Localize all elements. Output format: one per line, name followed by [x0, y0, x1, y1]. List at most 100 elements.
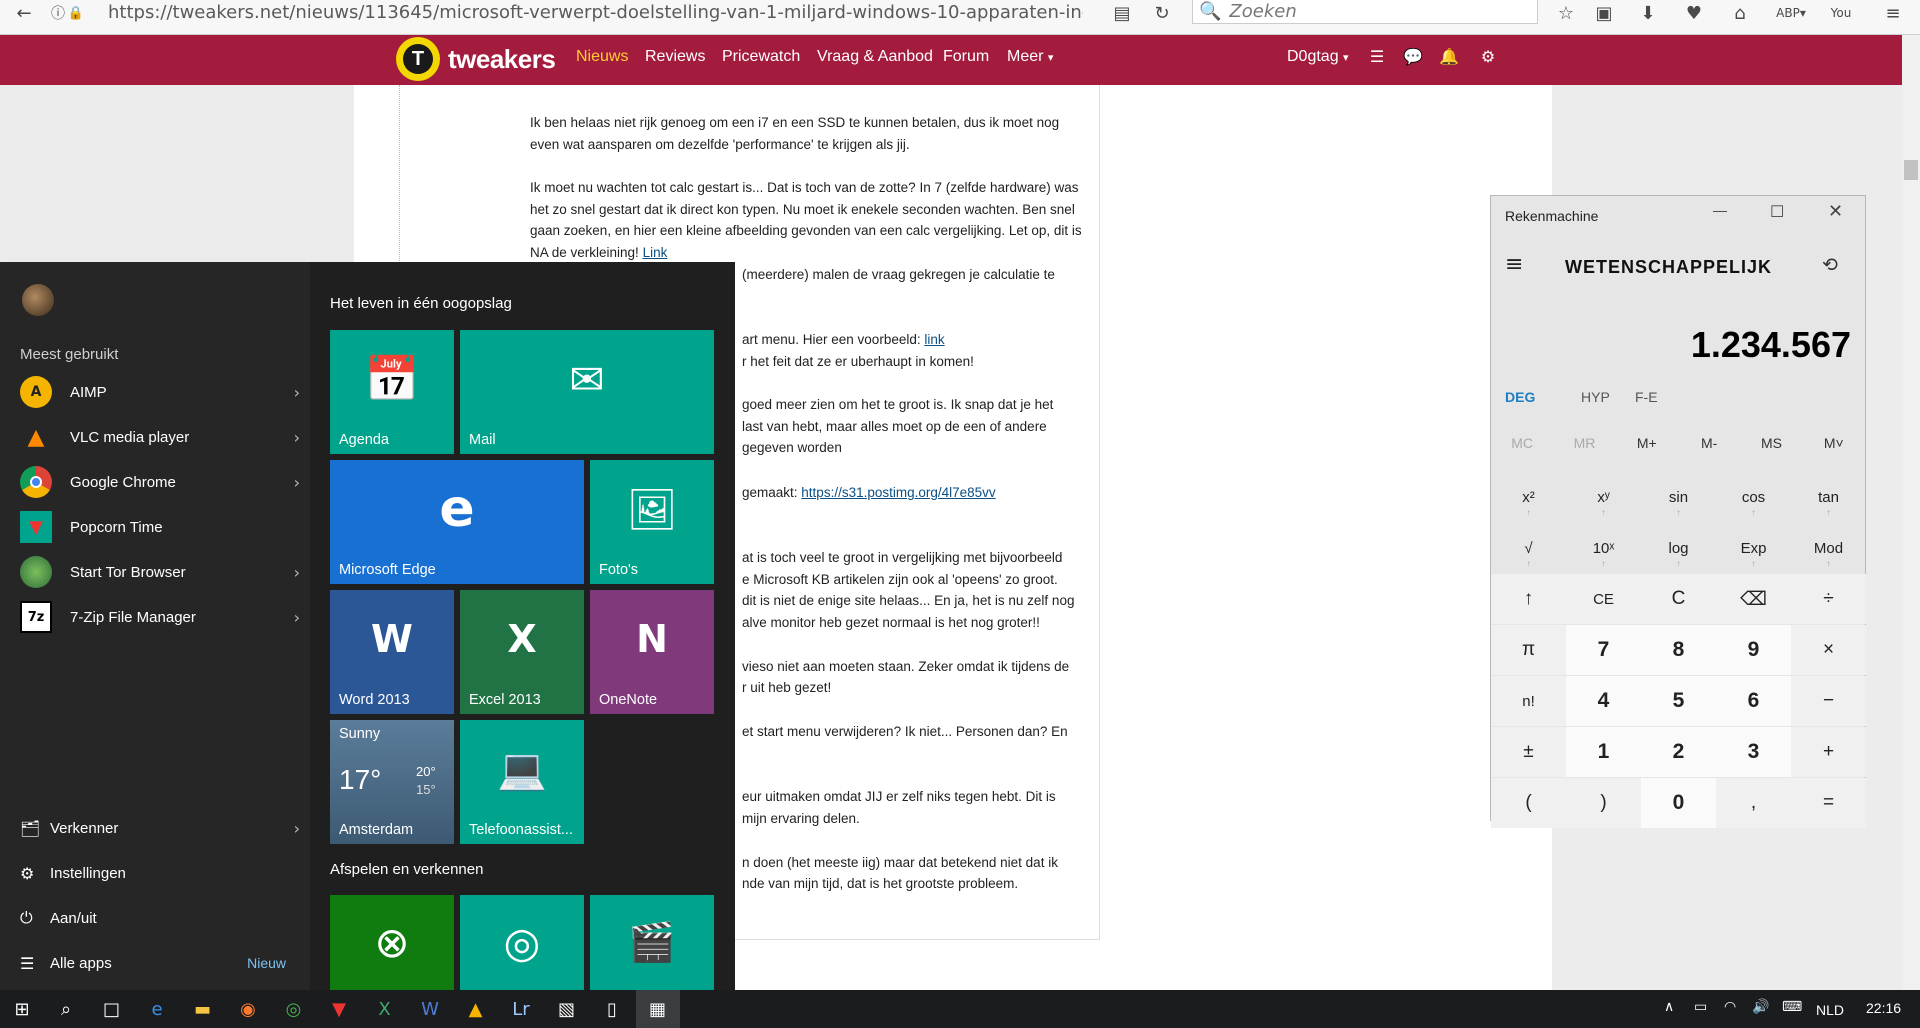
digit-key[interactable]: 4: [1566, 676, 1641, 726]
tile-excel[interactable]: X Excel 2013: [460, 590, 584, 714]
digit-key[interactable]: 3: [1716, 727, 1791, 777]
tile-mail[interactable]: ✉ Mail: [460, 330, 714, 454]
info-icon[interactable]: ⓘ: [50, 0, 66, 26]
operator-key[interactable]: ↑: [1491, 574, 1566, 624]
start-app-popcorn[interactable]: ▼ Popcorn Time: [20, 509, 300, 545]
chevron-right-icon[interactable]: ›: [294, 608, 300, 627]
memory-list-button[interactable]: M˅: [1803, 435, 1865, 451]
history-icon[interactable]: ⟲: [1822, 254, 1838, 276]
start-app-aimp[interactable]: A AIMP ›: [20, 374, 300, 410]
digit-key[interactable]: 0: [1641, 778, 1716, 828]
digit-key[interactable]: 2: [1641, 727, 1716, 777]
nav-reviews[interactable]: Reviews: [645, 48, 705, 66]
edge-icon[interactable]: e: [135, 990, 179, 1028]
library-icon[interactable]: ▣: [1592, 0, 1616, 26]
url-bar[interactable]: https://tweakers.net/nieuws/113645/micro…: [108, 0, 1083, 24]
excel-icon[interactable]: X: [363, 990, 407, 1028]
tile-agenda[interactable]: 📅 Agenda: [330, 330, 454, 454]
tile-weather[interactable]: Sunny 17° 20° 15° Amsterdam: [330, 720, 454, 844]
word-icon[interactable]: W: [408, 990, 452, 1028]
memory-store-button[interactable]: MS: [1740, 435, 1802, 451]
list-icon[interactable]: ☰: [1366, 45, 1388, 67]
start-app-chrome[interactable]: Google Chrome ›: [20, 464, 300, 500]
bookmark-star-icon[interactable]: ☆: [1554, 0, 1578, 26]
battery-icon[interactable]: ▭: [1694, 999, 1707, 1015]
operator-key[interactable]: CE: [1566, 574, 1641, 624]
search-icon[interactable]: ⌕: [44, 990, 88, 1028]
sci-key[interactable]: √ ↑: [1491, 523, 1566, 573]
adblock-icon[interactable]: ABP▾: [1774, 0, 1808, 26]
bell-icon[interactable]: 🔔: [1438, 45, 1460, 67]
start-app-7zip[interactable]: 7z 7-Zip File Manager ›: [20, 599, 300, 635]
operator-key[interactable]: −: [1791, 676, 1866, 726]
start-power[interactable]: ⏻ Aan/uit: [20, 900, 300, 936]
notepad-icon[interactable]: ▯: [590, 990, 634, 1028]
operator-key[interactable]: ÷: [1791, 574, 1866, 624]
sci-key[interactable]: 10ˣ ↑: [1566, 523, 1641, 573]
aimp-icon[interactable]: ▲: [454, 990, 498, 1028]
operator-key[interactable]: C: [1641, 574, 1716, 624]
nav-vraag-aanbod[interactable]: Vraag & Aanbod: [817, 48, 933, 66]
reader-icon[interactable]: ▤: [1110, 0, 1134, 26]
start-app-vlc[interactable]: ▲ VLC media player ›: [20, 419, 300, 455]
tile-xbox[interactable]: ⊗: [330, 895, 454, 990]
operator-key[interactable]: π: [1491, 625, 1566, 675]
language-indicator[interactable]: NLD: [1816, 1002, 1844, 1018]
maximize-icon[interactable]: ☐: [1770, 202, 1784, 222]
memory-recall-button[interactable]: MR: [1553, 435, 1615, 451]
digit-key[interactable]: 7: [1566, 625, 1641, 675]
file-explorer-icon[interactable]: ▬: [181, 990, 225, 1028]
chevron-right-icon[interactable]: ›: [294, 428, 300, 447]
reload-icon[interactable]: ↻: [1150, 0, 1174, 26]
chevron-up-icon[interactable]: ∧: [1664, 999, 1674, 1015]
settings-gear-icon[interactable]: ⚙: [1477, 45, 1499, 67]
link-3[interactable]: https://s31.postimg.org/4l7e85vv: [801, 485, 995, 500]
keyboard-icon[interactable]: ⌨: [1782, 999, 1802, 1015]
home-icon[interactable]: ⌂: [1728, 0, 1752, 26]
minimize-icon[interactable]: —: [1713, 202, 1727, 218]
sci-key[interactable]: sin ↑: [1641, 472, 1716, 522]
start-all-apps[interactable]: ☰ Alle apps Nieuw: [20, 945, 300, 981]
nav-pricewatch[interactable]: Pricewatch: [722, 48, 800, 66]
calculator-icon[interactable]: ▦: [635, 990, 680, 1028]
operator-key[interactable]: (: [1491, 778, 1566, 828]
nav-nieuws[interactable]: Nieuws: [576, 48, 628, 66]
tile-edge[interactable]: e Microsoft Edge: [330, 460, 584, 584]
chrome-icon[interactable]: ◎: [272, 990, 316, 1028]
lock-icon[interactable]: 🔒: [68, 0, 84, 26]
firefox-icon[interactable]: ◉: [226, 990, 270, 1028]
user-menu[interactable]: D0gtag ▾: [1287, 48, 1349, 66]
clock[interactable]: 22:16: [1866, 1000, 1901, 1016]
nav-forum[interactable]: Forum: [943, 48, 989, 66]
operator-key[interactable]: ⌫: [1716, 574, 1791, 624]
link-2[interactable]: link: [924, 332, 944, 347]
operator-key[interactable]: n!: [1491, 676, 1566, 726]
popcorn-icon[interactable]: ▼: [317, 990, 361, 1028]
operator-key[interactable]: +: [1791, 727, 1866, 777]
wifi-icon[interactable]: ◠: [1724, 999, 1736, 1015]
tile-onenote[interactable]: N OneNote: [590, 590, 714, 714]
angle-mode-hyp[interactable]: HYP: [1581, 389, 1610, 405]
angle-mode-fe[interactable]: F-E: [1635, 389, 1658, 405]
sci-key[interactable]: xʸ ↑: [1566, 472, 1641, 522]
digit-key[interactable]: 6: [1716, 676, 1791, 726]
memory-clear-button[interactable]: MC: [1491, 435, 1553, 451]
tile-groove[interactable]: ◎: [460, 895, 584, 990]
operator-key[interactable]: ,: [1716, 778, 1791, 828]
link-1[interactable]: Link: [643, 245, 668, 260]
image-viewer-icon[interactable]: ▧: [545, 990, 589, 1028]
avatar[interactable]: [22, 284, 54, 316]
chevron-right-icon[interactable]: ›: [294, 563, 300, 582]
back-icon[interactable]: ←: [8, 0, 40, 26]
sci-key[interactable]: x² ↑: [1491, 472, 1566, 522]
operator-key[interactable]: ): [1566, 778, 1641, 828]
menu-icon[interactable]: ≡: [1880, 0, 1906, 26]
chat-icon[interactable]: 💬: [1402, 45, 1424, 67]
sci-key[interactable]: cos ↑: [1716, 472, 1791, 522]
sci-key[interactable]: Exp ↑: [1716, 523, 1791, 573]
tweakers-logo[interactable]: T tweakers: [396, 37, 556, 81]
tile-photos[interactable]: 🖼 Foto's: [590, 460, 714, 584]
lightroom-icon[interactable]: Lr: [499, 990, 543, 1028]
tile-phone-companion[interactable]: 💻 Telefoonassist...: [460, 720, 584, 844]
scrollbar-thumb[interactable]: [1904, 160, 1918, 180]
